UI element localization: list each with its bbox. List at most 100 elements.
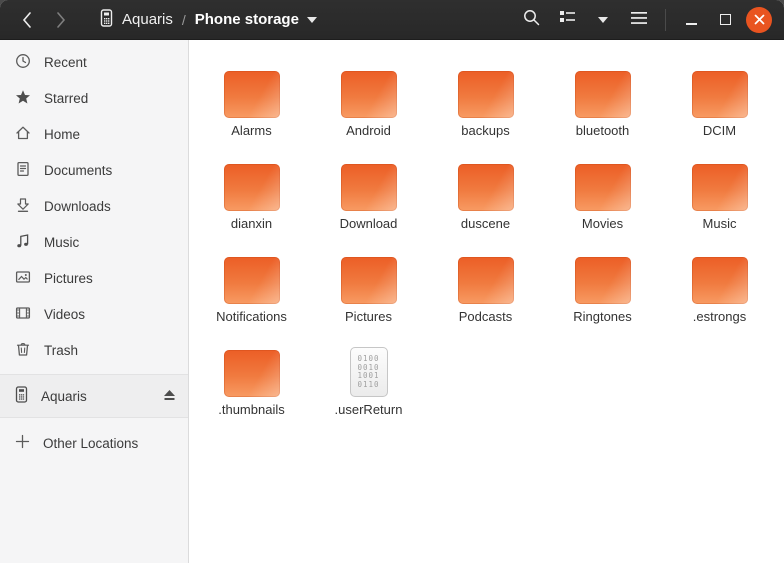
file-view[interactable]: Alarms Android backups bluetooth DCIM di… xyxy=(189,40,784,563)
file-item[interactable]: dianxin xyxy=(193,149,310,242)
headerbar: Aquaris / Phone storage xyxy=(0,0,784,40)
file-item[interactable]: backups xyxy=(427,56,544,149)
folder-icon xyxy=(341,71,397,118)
sidebar-item-label: Other Locations xyxy=(43,436,138,451)
sidebar-item-music[interactable]: Music xyxy=(0,224,188,260)
sidebar-item-label: Starred xyxy=(44,91,88,106)
sidebar-item-starred[interactable]: Starred xyxy=(0,80,188,116)
breadcrumb-device[interactable]: Aquaris xyxy=(100,9,173,31)
sidebar-item-recent[interactable]: Recent xyxy=(0,44,188,80)
breadcrumb-device-label: Aquaris xyxy=(122,11,173,28)
file-item[interactable]: Music xyxy=(661,149,778,242)
sidebar-item-label: Home xyxy=(44,127,80,142)
file-item[interactable]: Ringtones xyxy=(544,242,661,335)
sidebar-item-videos[interactable]: Videos xyxy=(0,296,188,332)
file-label: Alarms xyxy=(231,123,271,138)
folder-icon xyxy=(692,164,748,211)
sidebar-device-label: Aquaris xyxy=(41,389,87,404)
menu-button[interactable] xyxy=(623,6,655,34)
file-label: dianxin xyxy=(231,216,272,231)
file-item[interactable]: bluetooth xyxy=(544,56,661,149)
sidebar-item-trash[interactable]: Trash xyxy=(0,332,188,368)
close-icon xyxy=(746,7,772,33)
chevron-right-icon xyxy=(56,12,66,28)
icon-grid: Alarms Android backups bluetooth DCIM di… xyxy=(193,56,784,428)
breadcrumb: Aquaris / Phone storage xyxy=(100,9,317,31)
eject-icon[interactable] xyxy=(163,389,176,404)
folder-icon xyxy=(341,164,397,211)
forward-button[interactable] xyxy=(44,6,78,34)
sidebar-item-home[interactable]: Home xyxy=(0,116,188,152)
sidebar-item-aquaris-device[interactable]: Aquaris xyxy=(0,375,188,418)
caret-down-icon xyxy=(598,17,608,23)
file-label: Download xyxy=(340,216,398,231)
picture-icon xyxy=(15,269,31,288)
folder-icon xyxy=(458,164,514,211)
file-item[interactable]: Movies xyxy=(544,149,661,242)
hamburger-menu-icon xyxy=(631,11,647,29)
plus-icon xyxy=(15,434,30,452)
folder-icon xyxy=(458,71,514,118)
breadcrumb-current-label: Phone storage xyxy=(195,11,299,28)
file-label: Notifications xyxy=(216,309,287,324)
search-button[interactable] xyxy=(515,6,547,34)
file-label: Ringtones xyxy=(573,309,632,324)
sidebar-item-label: Recent xyxy=(44,55,87,70)
file-item[interactable]: Alarms xyxy=(193,56,310,149)
file-label: backups xyxy=(461,123,509,138)
minimize-icon xyxy=(686,23,697,25)
close-button[interactable] xyxy=(744,6,774,34)
file-manager-window: Aquaris / Phone storage xyxy=(0,0,784,563)
file-label: Movies xyxy=(582,216,623,231)
folder-icon xyxy=(575,257,631,304)
search-icon xyxy=(523,9,540,31)
sidebar-item-pictures[interactable]: Pictures xyxy=(0,260,188,296)
file-item[interactable]: Pictures xyxy=(310,242,427,335)
sidebar-item-label: Videos xyxy=(44,307,85,322)
view-list-button[interactable] xyxy=(551,6,583,34)
sidebar-item-documents[interactable]: Documents xyxy=(0,152,188,188)
file-label: .thumbnails xyxy=(218,402,284,417)
folder-icon xyxy=(575,71,631,118)
minimize-button[interactable] xyxy=(676,6,706,34)
music-note-icon xyxy=(15,233,31,252)
view-options-button[interactable] xyxy=(587,6,619,34)
maximize-button[interactable] xyxy=(710,6,740,34)
breadcrumb-current-location[interactable]: Phone storage xyxy=(195,11,317,28)
folder-icon xyxy=(224,257,280,304)
view-list-icon xyxy=(559,10,576,30)
file-label: DCIM xyxy=(703,123,736,138)
sidebar-item-label: Pictures xyxy=(44,271,93,286)
file-item[interactable]: Podcasts xyxy=(427,242,544,335)
file-item[interactable]: 0100 0010 1001 0110 .userReturn xyxy=(310,335,427,428)
sidebar-item-label: Documents xyxy=(44,163,112,178)
maximize-icon xyxy=(720,14,731,25)
file-label: Android xyxy=(346,123,391,138)
file-label: duscene xyxy=(461,216,510,231)
folder-icon xyxy=(224,350,280,397)
sidebar-item-label: Trash xyxy=(44,343,78,358)
folder-icon xyxy=(575,164,631,211)
back-button[interactable] xyxy=(10,6,44,34)
file-label: .estrongs xyxy=(693,309,746,324)
sidebar-item-other-locations[interactable]: Other Locations xyxy=(0,423,188,463)
sidebar-item-downloads[interactable]: Downloads xyxy=(0,188,188,224)
document-icon xyxy=(15,161,31,180)
folder-icon xyxy=(224,164,280,211)
folder-icon xyxy=(224,71,280,118)
file-item[interactable]: .thumbnails xyxy=(193,335,310,428)
file-label: bluetooth xyxy=(576,123,630,138)
file-item[interactable]: DCIM xyxy=(661,56,778,149)
file-item[interactable]: duscene xyxy=(427,149,544,242)
binary-line: 0110 xyxy=(357,381,379,390)
folder-icon xyxy=(692,257,748,304)
file-item[interactable]: .estrongs xyxy=(661,242,778,335)
folder-icon xyxy=(341,257,397,304)
file-item[interactable]: Download xyxy=(310,149,427,242)
nav-cluster xyxy=(0,6,78,34)
file-item[interactable]: Android xyxy=(310,56,427,149)
file-item[interactable]: Notifications xyxy=(193,242,310,335)
file-label: .userReturn xyxy=(335,402,403,417)
star-icon xyxy=(15,89,31,108)
file-label: Music xyxy=(703,216,737,231)
